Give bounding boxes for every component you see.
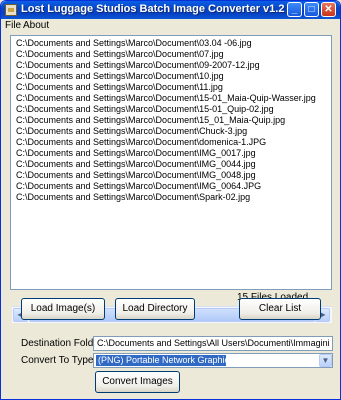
chevron-down-icon[interactable]: ▼ [319,354,332,367]
close-button[interactable]: ✕ [321,2,336,17]
menu-file[interactable]: File [5,20,21,31]
menu-about[interactable]: About [23,20,49,31]
list-item[interactable]: C:\Documents and Settings\Marco\Document… [16,60,260,71]
list-item[interactable]: C:\Documents and Settings\Marco\Document… [16,115,285,126]
list-item[interactable]: C:\Documents and Settings\Marco\Document… [16,159,256,170]
list-item[interactable]: C:\Documents and Settings\Marco\Document… [16,71,224,82]
file-list[interactable]: C:\Documents and Settings\Marco\Document… [10,35,332,323]
list-item[interactable]: C:\Documents and Settings\Marco\Document… [16,82,223,93]
list-item[interactable]: C:\Documents and Settings\Marco\Document… [16,93,316,104]
load-images-button[interactable]: Load Image(s) [21,298,105,320]
list-item[interactable]: C:\Documents and Settings\Marco\Document… [16,126,247,137]
title-bar[interactable]: Lost Luggage Studios Batch Image Convert… [1,1,340,19]
list-item[interactable]: C:\Documents and Settings\Marco\Document… [16,137,266,148]
list-item[interactable]: C:\Documents and Settings\Marco\Document… [16,38,252,49]
list-item[interactable]: C:\Documents and Settings\Marco\Document… [16,192,250,203]
destination-folder-field[interactable]: C:\Documents and Settings\All Users\Docu… [93,336,333,351]
convert-to-type-label: Convert To Type: [21,355,97,366]
list-item[interactable]: C:\Documents and Settings\Marco\Document… [16,181,261,192]
list-item[interactable]: C:\Documents and Settings\Marco\Document… [16,104,274,115]
convert-images-button[interactable]: Convert Images [95,371,180,393]
list-item[interactable]: C:\Documents and Settings\Marco\Document… [16,148,256,159]
app-icon [5,4,17,16]
menu-bar: File About [1,19,340,33]
list-item[interactable]: C:\Documents and Settings\Marco\Document… [16,170,256,181]
load-directory-button[interactable]: Load Directory [115,298,195,320]
app-window: Lost Luggage Studios Batch Image Convert… [0,0,341,400]
list-item[interactable]: C:\Documents and Settings\Marco\Document… [16,49,224,60]
maximize-button[interactable]: □ [304,2,319,17]
minimize-button[interactable]: _ [287,2,302,17]
convert-type-select[interactable]: (PNG) Portable Network Graphics ▼ [93,353,333,368]
clear-list-button[interactable]: Clear List [239,298,321,320]
convert-type-selected: (PNG) Portable Network Graphics [96,355,234,366]
window-title: Lost Luggage Studios Batch Image Convert… [21,3,285,15]
